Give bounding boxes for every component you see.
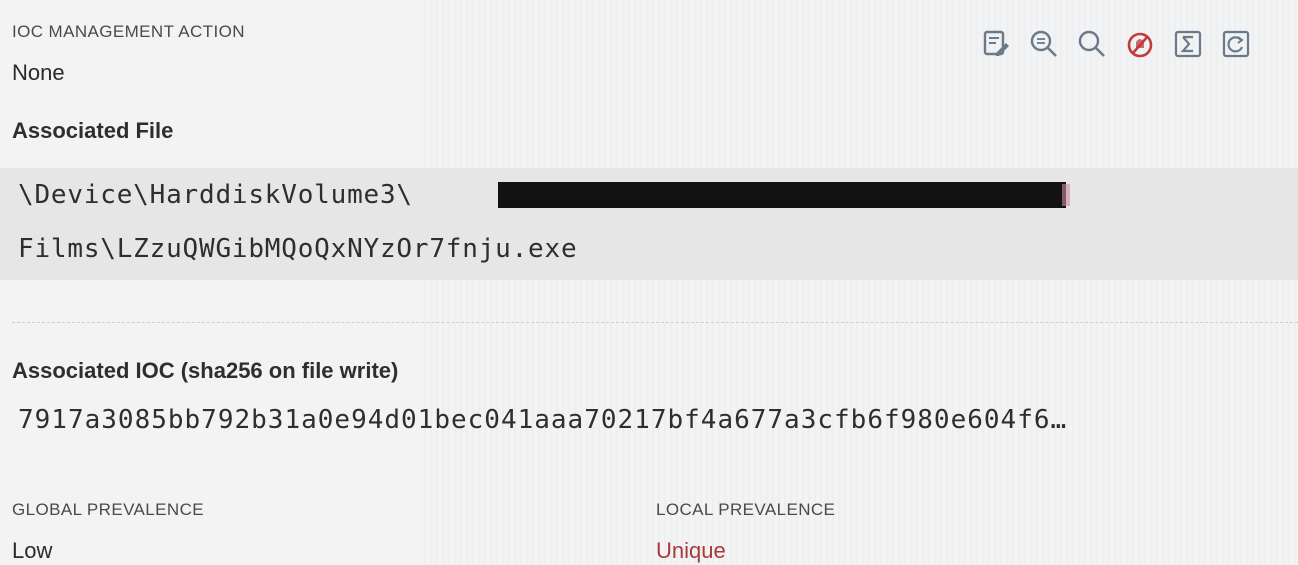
zoom-in-button[interactable] bbox=[1026, 26, 1062, 62]
ioc-action-value: None bbox=[12, 60, 65, 85]
file-path-line-1: \Device\HarddiskVolume3\ bbox=[18, 180, 413, 210]
search-button[interactable] bbox=[1074, 26, 1110, 62]
redaction-edge bbox=[1062, 184, 1070, 206]
no-block-icon bbox=[1127, 32, 1153, 58]
search-icon bbox=[1078, 30, 1105, 57]
sum-button[interactable] bbox=[1170, 26, 1206, 62]
edit-note-icon bbox=[983, 30, 1009, 56]
associated-file-heading: Associated File bbox=[12, 118, 174, 143]
global-prevalence-label: GLOBAL PREVALENCE bbox=[12, 500, 204, 519]
file-path-line-2: Films\LZzuQWGibMQoQxNYzOr7fnju.exe bbox=[18, 234, 578, 264]
local-prevalence-value: Unique bbox=[656, 538, 726, 563]
sum-icon bbox=[1174, 30, 1202, 58]
refresh-button[interactable] bbox=[1218, 26, 1254, 62]
refresh-icon bbox=[1222, 30, 1250, 58]
toolbar bbox=[978, 22, 1254, 66]
section-divider bbox=[12, 322, 1298, 323]
scanline-texture bbox=[420, 0, 1298, 565]
edit-note-button[interactable] bbox=[978, 26, 1014, 62]
associated-ioc-heading: Associated IOC (sha256 on file write) bbox=[12, 358, 399, 383]
local-prevalence-label: LOCAL PREVALENCE bbox=[656, 500, 836, 519]
redaction-bar bbox=[498, 182, 1066, 208]
zoom-in-icon bbox=[1030, 30, 1057, 57]
global-prevalence-value: Low bbox=[12, 538, 53, 563]
ioc-action-label: IOC MANAGEMENT ACTION bbox=[12, 22, 245, 41]
ioc-hash-value: 7917a3085bb792b31a0e94d01bec041aaa70217b… bbox=[18, 405, 1068, 435]
block-button[interactable] bbox=[1122, 26, 1158, 62]
